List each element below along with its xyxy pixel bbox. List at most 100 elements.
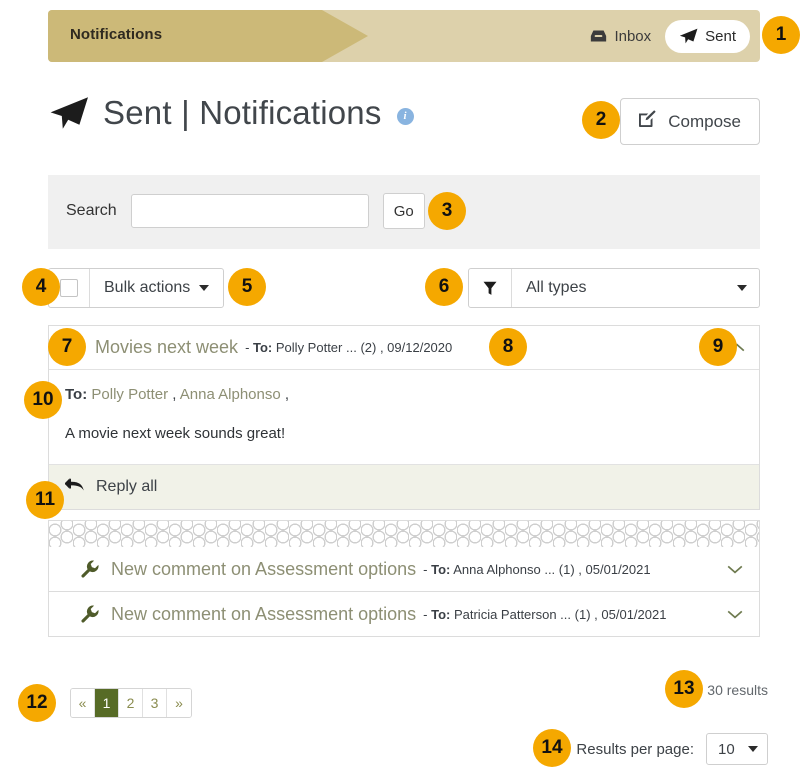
row-meta-dash: -: [423, 562, 431, 577]
search-label: Search: [66, 202, 117, 220]
message-row-subject: New comment on Assessment options: [111, 604, 416, 625]
callout-badge-14: 14: [533, 729, 571, 767]
message-card-expanded: Movies next week - To: Polly Potter ... …: [48, 325, 760, 510]
message-meta-to-label: To:: [253, 340, 272, 355]
message-meta: - To: Polly Potter ... (2) , 09/12/2020: [245, 340, 452, 355]
row-meta-recipients: Patricia Patterson ...: [454, 607, 571, 622]
row-meta-to-label: To:: [431, 562, 450, 577]
message-header[interactable]: Movies next week - To: Polly Potter ... …: [49, 326, 759, 369]
message-meta-date: 09/12/2020: [387, 340, 452, 355]
pagination-first[interactable]: «: [71, 689, 95, 717]
callout-badge-4: 4: [22, 268, 60, 306]
callout-badge-6: 6: [425, 268, 463, 306]
pagination-page-2[interactable]: 2: [119, 689, 143, 717]
message-body: To: Polly Potter , Anna Alphonso , A mov…: [49, 369, 759, 464]
results-per-page-value: 10: [718, 741, 735, 758]
recipient-link-1[interactable]: Polly Potter: [91, 386, 168, 403]
page-title-wrap: Sent | Notifications i: [48, 94, 414, 132]
callout-badge-2: 2: [582, 101, 620, 139]
callout-badge-12: 12: [18, 684, 56, 722]
callout-badge-7: 7: [48, 328, 86, 366]
page-title: Sent | Notifications: [103, 94, 382, 132]
callout-badge-13: 13: [665, 670, 703, 708]
message-row-subject: New comment on Assessment options: [111, 559, 416, 580]
message-footer: Reply all: [49, 464, 759, 509]
inbox-icon: [590, 29, 607, 43]
wrench-icon: [81, 560, 100, 578]
tab-sent[interactable]: Sent: [665, 20, 750, 53]
callout-badge-10: 10: [24, 381, 62, 419]
row-meta-count: (1): [559, 562, 575, 577]
tab-inbox-label: Inbox: [614, 28, 651, 45]
results-count: 30 results: [707, 682, 768, 698]
row-meta-recipients: Anna Alphonso ...: [453, 562, 555, 577]
search-input[interactable]: [131, 194, 369, 228]
callout-badge-5: 5: [228, 268, 266, 306]
recipient-link-2[interactable]: Anna Alphonso: [180, 386, 281, 403]
recipients-trailing-comma: ,: [285, 386, 289, 403]
chevron-down-icon: [199, 285, 209, 291]
callout-badge-8: 8: [489, 328, 527, 366]
row-meta-date: 05/01/2021: [601, 607, 666, 622]
type-filter-select[interactable]: All types: [512, 269, 759, 307]
info-icon[interactable]: i: [397, 108, 414, 125]
tab-inbox[interactable]: Inbox: [576, 20, 665, 53]
type-filter-value: All types: [526, 279, 586, 297]
page-title-separator: |: [181, 94, 190, 131]
tab-notifications-label: Notifications: [70, 26, 162, 43]
results-per-page: Results per page: 10: [576, 733, 768, 765]
pagination-page-3[interactable]: 3: [143, 689, 167, 717]
message-to-label: To:: [65, 386, 87, 403]
callout-badge-9: 9: [699, 328, 737, 366]
callout-badge-3: 3: [428, 192, 466, 230]
chevron-down-icon[interactable]: [727, 609, 743, 619]
callout-badge-1: 1: [762, 16, 800, 54]
notifications-tab-bar: Notifications Inbox Sent: [48, 10, 760, 62]
message-subject: Movies next week: [95, 337, 238, 358]
chevron-down-icon: [737, 285, 747, 291]
type-filter-group: All types: [468, 268, 760, 308]
message-text: A movie next week sounds great!: [65, 425, 743, 442]
reply-all-button[interactable]: Reply all: [65, 477, 157, 497]
bulk-actions-label: Bulk actions: [104, 279, 190, 297]
compose-button-label: Compose: [668, 112, 741, 132]
message-meta-recipients: Polly Potter ...: [276, 340, 357, 355]
select-all-checkbox[interactable]: [60, 279, 78, 297]
message-meta-dash: -: [245, 340, 253, 355]
message-meta-count: (2): [360, 340, 376, 355]
bulk-actions-dropdown[interactable]: Bulk actions: [90, 269, 223, 307]
chevron-down-icon: [748, 746, 758, 752]
paper-plane-icon: [679, 28, 698, 44]
wrench-icon: [81, 605, 100, 623]
pencil-square-icon: [637, 109, 657, 134]
callout-badge-11: 11: [26, 481, 64, 519]
message-row-meta: - To: Anna Alphonso ... (1) , 05/01/2021: [423, 562, 650, 577]
results-per-page-select[interactable]: 10: [706, 733, 768, 765]
torn-separator: [48, 520, 760, 547]
mailbox-tab-links: Inbox Sent: [576, 10, 750, 62]
message-recipients-line: To: Polly Potter , Anna Alphonso ,: [65, 386, 743, 403]
reply-all-icon: [65, 477, 85, 497]
row-meta-to-label: To:: [431, 607, 450, 622]
compose-button[interactable]: Compose: [620, 98, 760, 145]
message-row-1[interactable]: New comment on Assessment options - To: …: [48, 547, 760, 592]
page-title-main: Sent: [103, 94, 172, 131]
pagination-page-1[interactable]: 1: [95, 689, 119, 717]
message-row-meta: - To: Patricia Patterson ... (1) , 05/01…: [423, 607, 666, 622]
bulk-actions-group: Bulk actions: [48, 268, 224, 308]
row-meta-date: 05/01/2021: [586, 562, 651, 577]
list-controls: Bulk actions All types: [48, 268, 760, 306]
funnel-icon: [469, 269, 512, 307]
paper-plane-title-icon: [48, 96, 90, 130]
message-row-2[interactable]: New comment on Assessment options - To: …: [48, 592, 760, 637]
tab-sent-label: Sent: [705, 28, 736, 45]
row-meta-dash: -: [423, 607, 431, 622]
chevron-down-icon[interactable]: [727, 564, 743, 574]
pagination-last[interactable]: »: [167, 689, 191, 717]
reply-all-label: Reply all: [96, 478, 157, 496]
search-go-button[interactable]: Go: [383, 193, 425, 229]
page-title-secondary: Notifications: [199, 94, 381, 131]
page-header: Sent | Notifications i Compose: [48, 88, 760, 152]
results-per-page-label: Results per page:: [576, 741, 694, 758]
row-meta-count: (1): [575, 607, 591, 622]
